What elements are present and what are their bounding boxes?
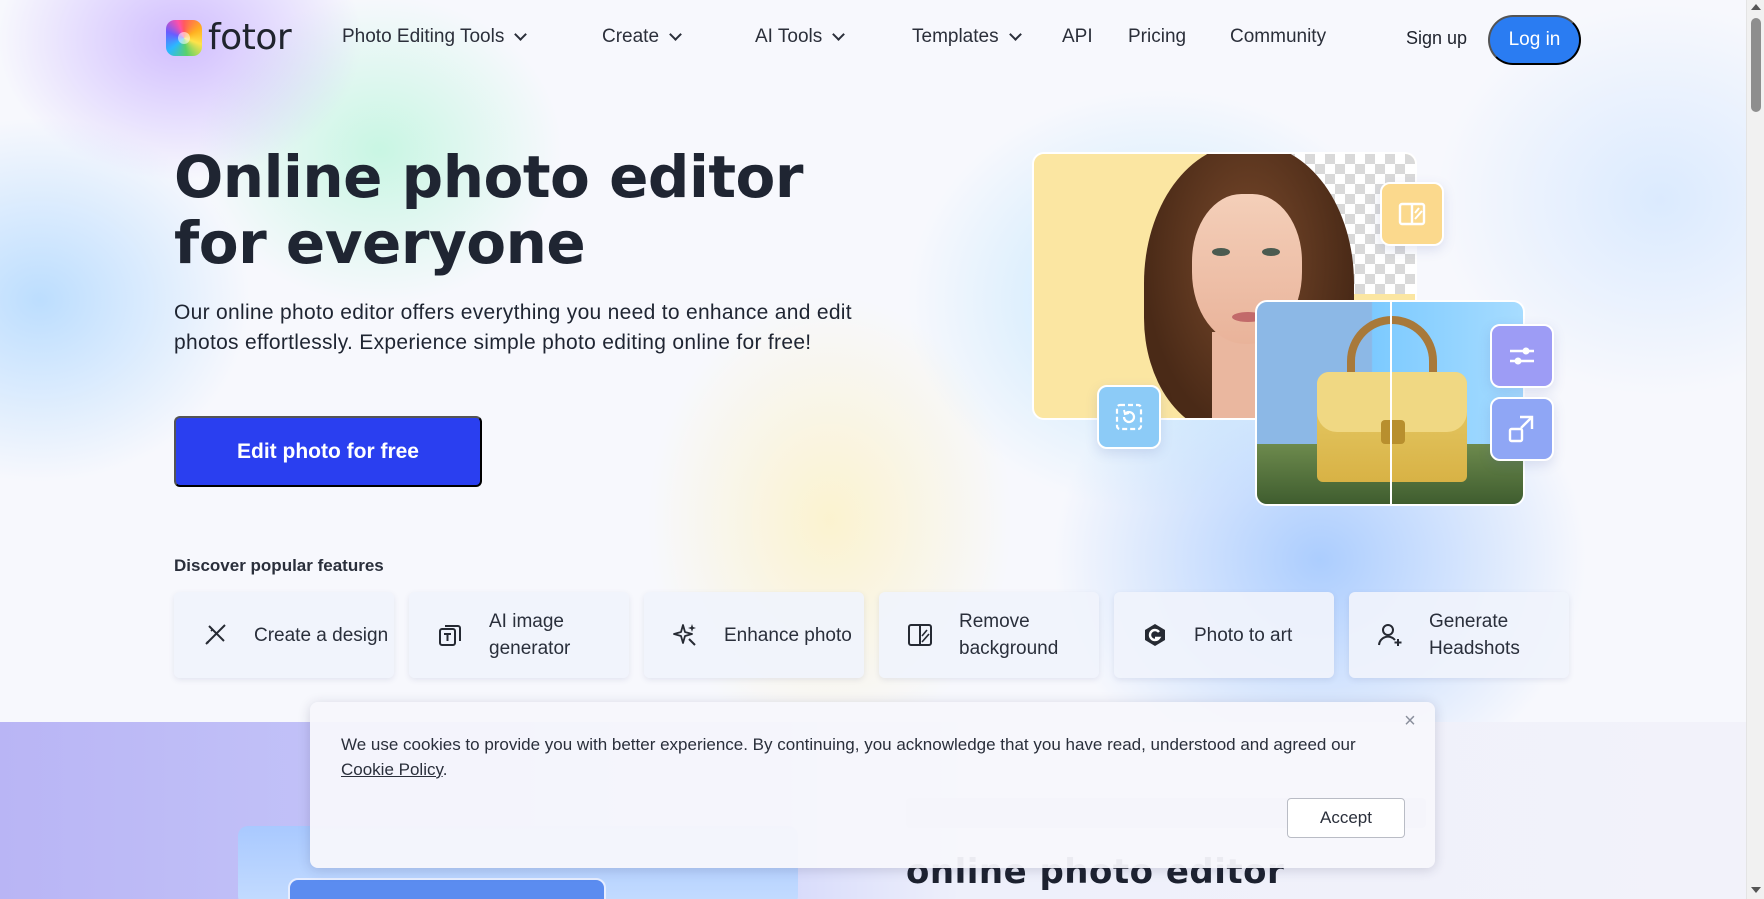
cookie-text-end: . [442,760,448,779]
feature-label: Photo to art [1194,624,1293,646]
chevron-down-icon [832,28,846,41]
hero-title: Online photo editor for everyone [174,143,804,277]
nav-community[interactable]: Community [1230,26,1326,48]
chevron-down-icon [669,28,682,41]
ai-image-icon [437,622,463,648]
nav-pricing[interactable]: Pricing [1128,26,1186,48]
cookie-text: We use cookies to provide you with bette… [341,735,1356,754]
nav-label: Create [602,26,660,47]
nav-api[interactable]: API [1062,26,1093,48]
remove-background-tile [1380,182,1444,246]
features-list: Create a design AI image generator Enhan… [174,592,1569,678]
feature-label: Remove background [959,611,1059,659]
hero-collage [1030,130,1570,510]
design-tools-icon [202,622,228,648]
nav-ai-tools[interactable]: AI Tools [755,26,846,48]
feature-label: Generate Headshots [1429,611,1520,659]
log-in-button[interactable]: Log in [1488,15,1581,65]
scrollbar-thumb[interactable] [1751,18,1761,112]
cookie-policy-link[interactable]: Cookie Policy [341,760,443,779]
feature-create-design[interactable]: Create a design [174,592,394,678]
resize-icon [1508,415,1534,443]
nav-templates[interactable]: Templates [912,26,1022,48]
chevron-down-icon [514,28,528,41]
before-after-divider [1390,302,1392,504]
scroll-down-arrow-icon[interactable] [1751,887,1761,893]
feature-label: AI image generator [489,611,571,659]
adjust-tile [1490,324,1554,388]
nav-label: Pricing [1128,26,1187,47]
sparkle-icon [672,622,698,648]
enhance-tile [1097,385,1161,449]
portrait-eye [1212,248,1230,256]
portrait-eye [1262,248,1280,256]
nav-label: AI Tools [755,26,823,47]
person-add-icon [1377,622,1403,648]
cookie-message: We use cookies to provide you with bette… [341,732,1381,782]
cookie-banner: × We use cookies to provide you with bet… [310,702,1435,868]
feature-enhance-photo[interactable]: Enhance photo [644,592,864,678]
scroll-up-arrow-icon[interactable] [1751,4,1761,10]
nav-label: Community [1230,26,1327,47]
logo[interactable]: fotor [166,17,292,58]
handbag-photo [1255,300,1525,506]
feature-label: Create a design [254,624,389,646]
feature-photo-to-art[interactable]: Photo to art [1114,592,1334,678]
chevron-down-icon [1008,28,1022,41]
nav-create[interactable]: Create [602,26,682,48]
hero-subtitle: Our online photo editor offers everythin… [174,301,852,354]
edit-photo-cta-button[interactable]: Edit photo for free [174,416,482,487]
features-heading: Discover popular features [174,556,384,575]
nav-label: Templates [912,26,999,47]
refresh-frame-icon [1115,403,1143,431]
lower-section-image-inner [288,878,606,899]
nav-photo-editing-tools[interactable]: Photo Editing Tools [342,26,528,48]
sign-up-link[interactable]: Sign up [1406,28,1467,49]
page-scrollbar[interactable] [1746,0,1764,899]
top-nav: fotor Photo Editing Tools Create AI Tool… [0,0,1746,80]
accept-cookies-button[interactable]: Accept [1287,798,1405,838]
fotor-logo-icon [166,20,202,56]
sliders-icon [1510,347,1534,365]
background-remover-icon [907,622,933,648]
background-remover-icon [1398,202,1426,226]
art-icon [1142,622,1168,648]
resize-tile [1490,397,1554,461]
handbag-clasp [1381,420,1405,444]
close-icon[interactable]: × [1399,710,1421,732]
feature-ai-image-generator[interactable]: AI image generator [409,592,629,678]
feature-label: Enhance photo [724,624,852,646]
feature-remove-background[interactable]: Remove background [879,592,1099,678]
nav-label: API [1062,26,1093,47]
nav-label: Photo Editing Tools [342,26,505,47]
logo-text: fotor [208,17,292,58]
feature-generate-headshots[interactable]: Generate Headshots [1349,592,1569,678]
